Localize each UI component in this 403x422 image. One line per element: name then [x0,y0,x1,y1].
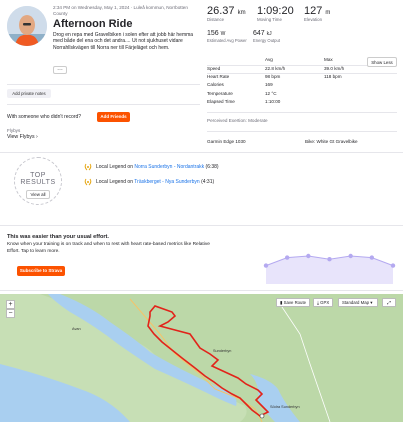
bookmark-icon: ▮ [280,300,283,305]
add-private-notes-button[interactable]: Add private notes [7,89,51,98]
view-flybys-link[interactable]: View Flybys › [7,134,38,140]
row-avg: 98 bpm [265,74,281,79]
bike-name: Bike: White Gt Gravelbike [305,139,358,144]
row-avg: 22.8 km/h [265,66,286,71]
gpx-button[interactable]: ⤓ GPX [313,298,334,307]
effort-point [348,253,353,259]
more-button[interactable]: … [53,66,67,74]
relative-effort-heading: This was easier than your usual effort. [7,234,109,240]
local-legend-row: Local Legend on Norra Sunderbyn - Nordan… [96,164,219,170]
local-legend-icon [84,178,92,186]
distance-value: 26.37 km [207,5,246,17]
local-legend-text: Local Legend on [96,164,135,170]
section-divider [0,290,403,291]
effort-point [390,263,396,268]
relative-effort-chart[interactable] [262,244,397,284]
divider [7,84,200,85]
header-max: Max [324,57,333,62]
map-style-label: Standard Map [342,300,369,305]
map-style-select[interactable]: Standard Map ▾ [338,298,378,307]
effort-point [369,255,375,260]
header-avg: Avg [265,57,273,62]
elevation-value: 127 m [304,5,331,17]
activity-title: Afternoon Ride [53,18,133,30]
relative-effort-body: Know when your training is on track and … [7,242,210,254]
energy-label: Energy Output [253,38,281,43]
energy-value: 647 kJ [253,30,272,37]
effort-point [263,263,269,268]
view-all-button[interactable]: View all [26,190,50,199]
save-route-label: Save Route [283,300,307,305]
route-map[interactable]: Avan Sunderbyn Södra Sunderbyn + − ▮ Sav… [0,294,403,422]
local-legend-text: Local Legend on [96,179,135,185]
moving-time-value: 1:09:20 [257,5,294,17]
table-divider [207,73,397,74]
power-label: Estimated Avg Power [207,38,247,43]
download-icon: ⤓ [317,300,319,305]
table-row: Elapsed Time 1:10:00 [207,99,397,106]
segment-time: (6:38) [204,164,219,170]
table-row: Heart Rate 98 bpm 118 bpm [207,74,397,81]
map-canvas[interactable] [0,294,403,422]
fullscreen-icon: ⤢ [387,300,391,305]
row-label: Elapsed Time [207,99,235,104]
row-avg: 12 °C [265,91,277,96]
chevron-down-icon: ▾ [370,300,373,305]
section-divider [0,152,403,153]
athlete-avatar[interactable] [7,6,47,46]
add-friends-button[interactable]: Add Friends [97,112,130,122]
with-someone-text: With someone who didn't record? [7,114,82,120]
effort-point [327,257,332,262]
map-label: Sunderbyn [213,349,232,353]
map-label: Avan [72,327,81,331]
start-marker [259,413,265,419]
save-route-button[interactable]: ▮ Save Route [276,298,311,307]
divider [207,131,397,132]
row-label: Speed [207,66,221,71]
activity-meta: 2:34 PM on Wednesday, May 1, 2024 · Lule… [53,5,188,16]
gpx-label: GPX [320,300,330,305]
table-row: Calories 169 [207,82,397,89]
elevation-label: Elevation [304,17,323,22]
zoom-in-button[interactable]: + [6,300,15,309]
top-results-title: TOP RESULTS [20,172,56,186]
row-label: Heart Rate [207,74,230,79]
segment-link[interactable]: Träskberget - Nya Sunderbyn [134,179,199,185]
table-row: Temperature 12 °C [207,91,397,98]
table-row: Speed 22.8 km/h 39.0 km/h [207,66,397,73]
show-less-button[interactable]: Show Less [367,57,397,67]
row-label: Calories [207,82,224,87]
device-name: Garmin Edge 1030 [207,139,246,144]
zoom-out-button[interactable]: − [6,309,15,318]
local-legend-icon [84,163,92,171]
row-max: 118 bpm [324,74,342,79]
distance-label: Distance [207,17,225,22]
moving-time-label: Moving Time [257,17,282,22]
row-max: 39.0 km/h [324,66,345,71]
divider [7,104,200,105]
power-value: 156 W [207,30,226,37]
divider [207,112,397,113]
row-avg: 1:10:00 [265,99,281,104]
effort-point [306,253,311,259]
section-divider [0,225,403,226]
row-label: Temperature [207,91,233,96]
row-avg: 169 [265,82,273,87]
segment-link[interactable]: Norra Sunderbyn - Nordantrakk [134,164,204,170]
fullscreen-button[interactable]: ⤢ [382,298,396,307]
segment-time: (4:31) [199,179,215,185]
map-label: Södra Sunderbyn [270,405,300,409]
effort-point [284,255,290,260]
subscribe-button[interactable]: Subscribe to Strava [17,266,65,276]
flybys-label: Flybys [7,128,21,133]
perceived-exertion: Perceived Exertion: Moderate [207,118,268,123]
local-legend-row: Local Legend on Träskberget - Nya Sunder… [96,179,214,185]
activity-description: Drog en repa med Gravelbiken i solen eft… [53,32,194,51]
